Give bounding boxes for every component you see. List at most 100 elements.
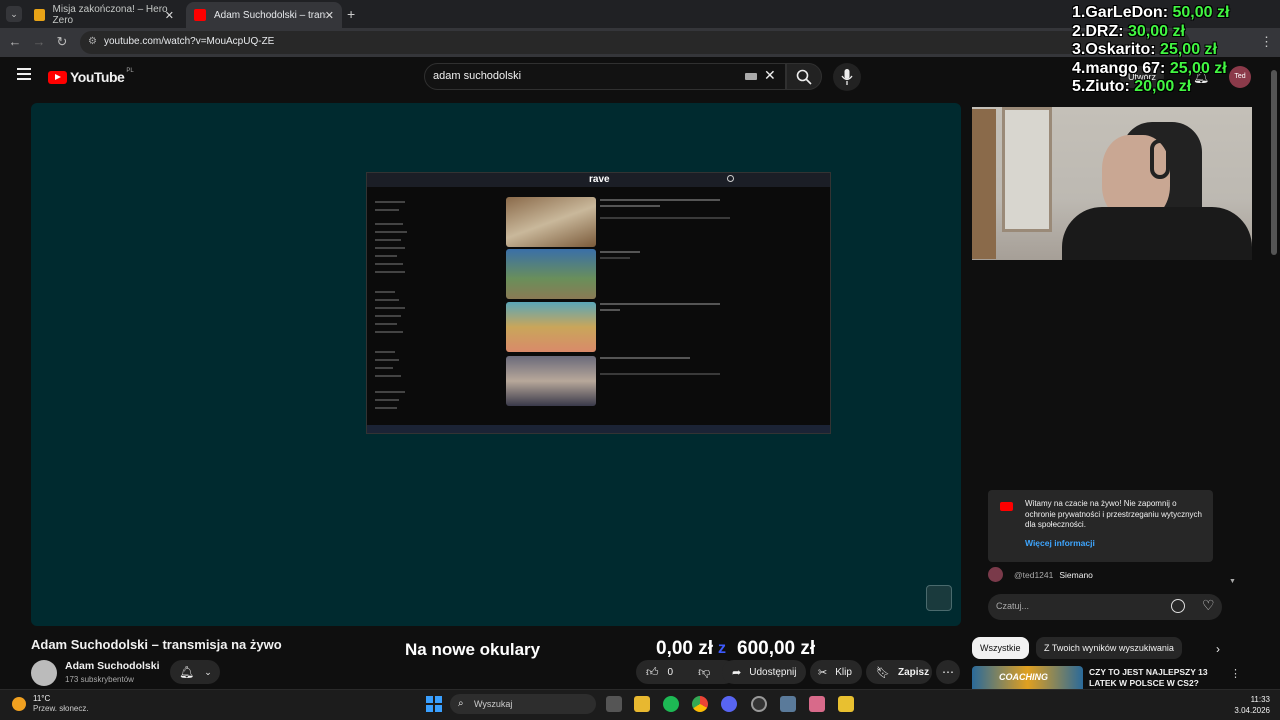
chat-input-box[interactable]: Czatuj...: [988, 594, 1222, 620]
chat-username[interactable]: @ted1241: [1014, 570, 1053, 580]
goal-target: 600,00 zł: [737, 638, 816, 659]
channel-name[interactable]: Adam Suchodolski: [65, 660, 160, 672]
share-label: Udostępnij: [749, 666, 797, 678]
inner-app-logo: rave: [589, 174, 610, 185]
close-tab-icon[interactable]: ✕: [325, 9, 334, 22]
weather-temp: 11°C: [33, 694, 51, 703]
close-tab-icon[interactable]: ✕: [165, 9, 174, 22]
chip-from-search[interactable]: Z Twoich wyników wyszukiwania: [1036, 637, 1182, 659]
taskbar-search[interactable]: ⌕ Wyszukaj: [450, 694, 596, 714]
goal-label: Na nowe okulary: [405, 640, 541, 659]
windows-start-icon[interactable]: [426, 696, 442, 712]
scroll-down-icon[interactable]: ▼: [1229, 578, 1236, 585]
door-shape: [972, 109, 996, 259]
thumbs-down-icon[interactable]: 👎︎: [698, 665, 710, 680]
app-icon[interactable]: [838, 696, 854, 712]
chip-label: Wszystkie: [980, 643, 1021, 653]
new-tab-button[interactable]: +: [347, 6, 355, 22]
top-donations-overlay: 1.GarLeDon: 50,00 zł 2.DRZ: 30,00 zł 3.O…: [1072, 4, 1280, 97]
clear-search-icon[interactable]: ✕: [764, 67, 776, 84]
save-label: Zapisz: [897, 666, 930, 678]
inner-taskbar: [367, 425, 830, 433]
inner-settings-icon: [727, 175, 734, 182]
chat-scrollbar[interactable]: [1271, 70, 1277, 255]
search-input[interactable]: [433, 68, 733, 84]
channel-avatar[interactable]: [31, 660, 57, 686]
person-shirt: [1062, 207, 1252, 260]
bell-icon: 🔔︎: [179, 665, 195, 679]
inner-video-thumbnail: [506, 356, 596, 406]
clock[interactable]: 11:33 3.04.2026: [1228, 694, 1270, 716]
reload-icon[interactable]: ↻: [54, 34, 70, 50]
sun-icon: [12, 697, 26, 711]
app-icon[interactable]: [809, 696, 825, 712]
weather-desc: Przew. słonecz.: [33, 704, 89, 713]
clock-time: 11:33: [1250, 695, 1270, 704]
chip-label: Z Twoich wyników wyszukiwania: [1044, 643, 1174, 653]
weather-widget[interactable]: 11°C Przew. słonecz.: [12, 694, 89, 714]
goal-current: 0,00 zł: [656, 638, 714, 659]
tab-hero-zero[interactable]: Misja zakończona! – Hero Zero ✕: [26, 2, 182, 28]
taskbar-search-placeholder: Wyszukaj: [474, 699, 513, 709]
forward-icon[interactable]: →: [31, 34, 47, 50]
clock-date: 3.04.2026: [1234, 706, 1270, 715]
emoji-icon[interactable]: [1171, 599, 1185, 613]
share-icon: ➦: [732, 666, 742, 679]
spotify-icon[interactable]: [663, 696, 679, 712]
recommendation-title[interactable]: CZY TO JEST NAJLEPSZY 13 LATEK W POLSCE …: [1089, 667, 1219, 689]
hero-zero-favicon-icon: [34, 9, 45, 21]
goal-separator: z: [718, 640, 726, 657]
hamburger-menu-icon[interactable]: [17, 68, 31, 80]
tab-search-button[interactable]: ⌄: [6, 6, 22, 22]
recommendation-thumbnail[interactable]: COACHING: [972, 666, 1083, 689]
bookmark-icon: 🔖︎: [876, 666, 890, 679]
recommendation-menu-icon[interactable]: ⋮: [1230, 667, 1241, 680]
chat-message-text: Siemano: [1059, 569, 1093, 580]
youtube-wordmark: YouTube: [70, 69, 125, 85]
youtube-play-icon: [48, 70, 67, 84]
voice-search-button[interactable]: [833, 63, 861, 91]
channel-watermark-icon: [926, 585, 952, 611]
keyboard-icon[interactable]: [745, 73, 757, 80]
heart-icon[interactable]: ♡: [1202, 597, 1215, 614]
chat-notice-text: Witamy na czacie na żywo! Nie zapomnij o…: [1025, 499, 1202, 529]
search-button[interactable]: [786, 63, 822, 90]
thumbnail-text: COACHING: [999, 672, 1048, 682]
microphone-icon: [841, 69, 853, 85]
chip-all[interactable]: Wszystkie: [972, 637, 1029, 659]
inner-video-thumbnail: [506, 197, 596, 247]
window-shape: [1002, 107, 1052, 232]
donation-row: 1.GarLeDon: 50,00 zł: [1072, 4, 1230, 21]
inner-video-thumbnail: [506, 249, 596, 299]
like-button[interactable]: 👍︎ 0 👎︎: [636, 660, 736, 684]
url-text[interactable]: youtube.com/watch?v=MouAcpUQ-ZE: [104, 36, 274, 47]
youtube-notice-icon: [1000, 502, 1013, 511]
donation-row: 4.mango 67: 25,00 zł: [1072, 59, 1227, 77]
region-code: PL: [126, 68, 134, 74]
save-button[interactable]: 🔖︎ Zapisz: [866, 660, 932, 684]
search-icon: [796, 69, 812, 85]
more-actions-button[interactable]: ⋯: [936, 660, 960, 684]
steam-icon[interactable]: [780, 696, 796, 712]
discord-icon[interactable]: [721, 696, 737, 712]
youtube-logo[interactable]: YouTube PL: [48, 68, 134, 85]
tab-youtube-stream[interactable]: Adam Suchodolski – transmisja ✕: [186, 2, 342, 28]
chat-input[interactable]: Czatuj...: [996, 601, 1029, 611]
subscribe-bell-button[interactable]: 🔔︎ ⌄: [170, 660, 220, 684]
clip-button[interactable]: ✂ Klip: [810, 660, 862, 684]
like-count: 0: [667, 666, 674, 678]
chat-message: @ted1241 Siemano: [988, 567, 1093, 582]
tab-label: Misja zakończona! – Hero Zero: [52, 4, 168, 26]
youtube-favicon-icon: [194, 9, 206, 21]
more-info-link[interactable]: Więcej informacji: [1025, 538, 1095, 548]
thumbs-up-icon: 👍︎: [646, 664, 659, 679]
back-icon[interactable]: ←: [7, 34, 23, 50]
file-explorer-icon[interactable]: [634, 696, 650, 712]
obs-icon[interactable]: [751, 696, 767, 712]
task-view-icon[interactable]: [606, 696, 622, 712]
site-info-icon[interactable]: ⚙: [88, 36, 97, 47]
share-button[interactable]: ➦ Udostępnij: [722, 660, 806, 684]
chrome-icon[interactable]: [692, 696, 708, 712]
webcam-feed: [972, 107, 1252, 260]
chevron-right-icon[interactable]: ›: [1216, 642, 1220, 656]
